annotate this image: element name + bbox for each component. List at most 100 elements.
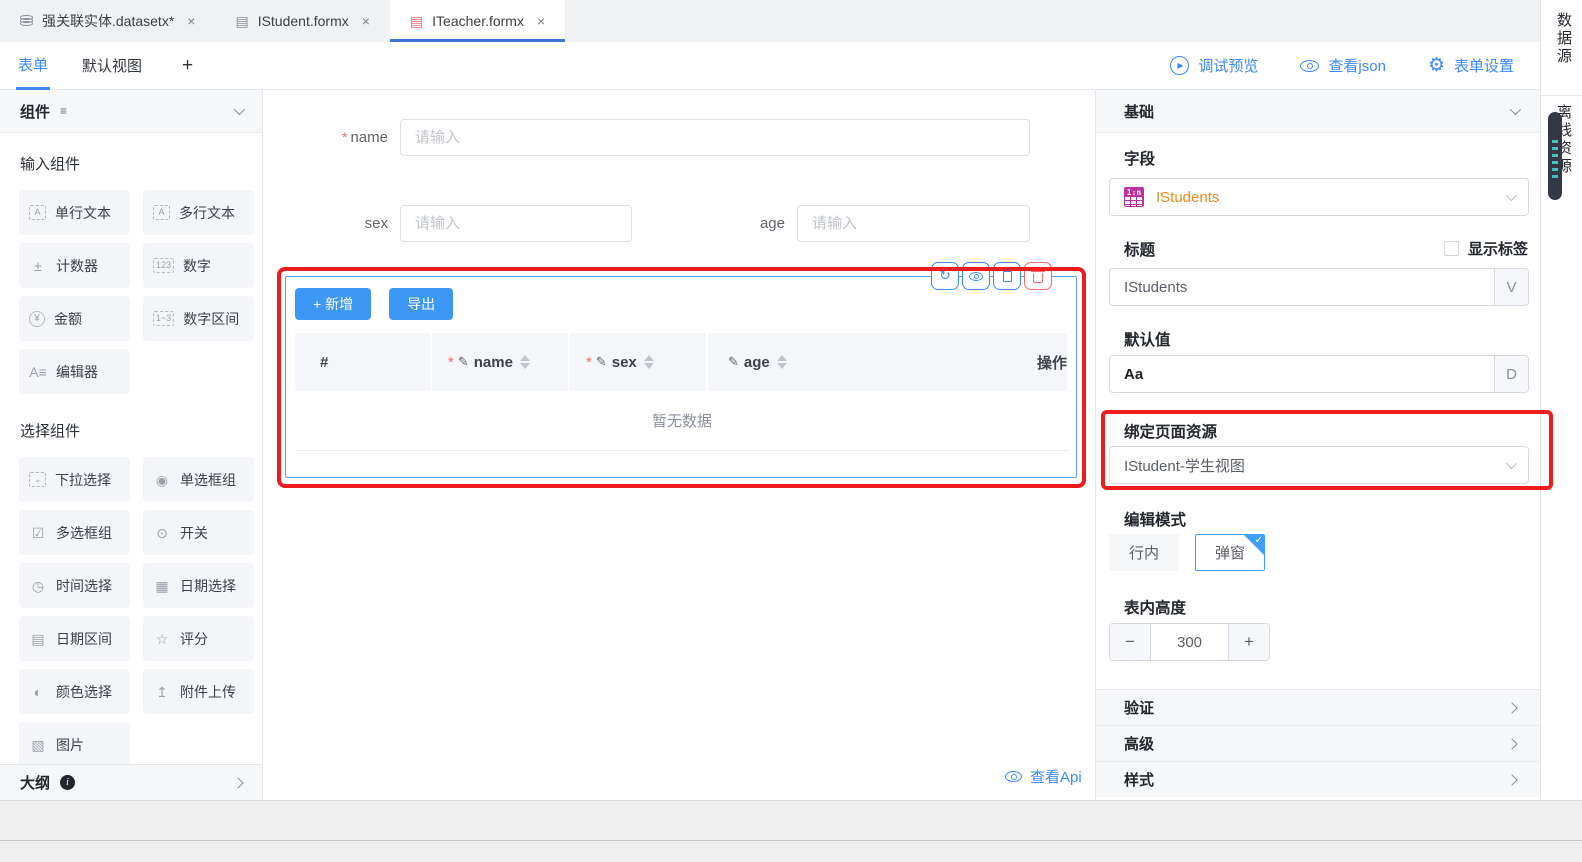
component-item[interactable]: ▤ 日期区间 [19,616,130,661]
sidebar-header[interactable]: 组件 [0,90,262,133]
column-header[interactable]: * ✎ name [432,333,570,391]
chevron-down-icon[interactable] [234,104,245,115]
component-item[interactable]: ⊙ 开关 [143,510,254,555]
component-item[interactable]: ☆ 评分 [143,616,254,661]
form-file-icon [235,13,248,30]
section-row[interactable]: 高级 [1096,725,1540,761]
chevron-right-icon [1506,774,1517,785]
view-json-button[interactable]: 查看json [1300,55,1386,76]
inspector-header[interactable]: 基础 [1096,90,1540,133]
required-star: * [342,129,347,145]
sort-icon[interactable] [520,355,530,369]
component-item[interactable]: ⌄ 下拉选择 [19,457,130,502]
field-row-sex: sex [263,205,632,242]
chevron-down-icon[interactable] [1510,104,1521,115]
checkbox[interactable] [1444,241,1459,256]
component-label: 日期选择 [180,576,236,596]
component-item[interactable]: ◉ 单选框组 [143,457,254,502]
tab-istudent-form[interactable]: IStudent.formx × [215,0,389,42]
debug-preview-button[interactable]: 调试预览 [1170,55,1258,76]
component-item[interactable]: ▦ 日期选择 [143,563,254,608]
form-file-icon [410,13,423,30]
component-item[interactable]: A 多行文本 [143,190,254,235]
chevron-right-icon[interactable] [232,777,243,788]
column-label: age [744,354,770,371]
default-value-input[interactable] [1110,356,1494,392]
delete-button[interactable] [1024,262,1052,290]
tab-dataset-file[interactable]: 强关联实体.datasetx* × [0,0,215,42]
component-label: 多选框组 [56,523,112,543]
sort-icon[interactable] [777,355,787,369]
divider [0,840,1582,841]
field-select[interactable]: 1:n IStudents [1109,178,1529,216]
component-item[interactable]: ☑ 多选框组 [19,510,130,555]
section-label: 样式 [1124,769,1154,790]
decrement-button[interactable]: − [1110,624,1151,660]
add-view-button[interactable]: + [182,55,193,77]
component-item[interactable]: ¥ 金额 [19,296,130,341]
sex-input[interactable] [400,205,632,242]
component-item[interactable]: 1~3 数字区间 [143,296,254,341]
component-item[interactable]: A≡ 编辑器 [19,349,130,394]
show-label-option[interactable]: 显示标签 [1444,238,1528,259]
component-item[interactable]: ◷ 时间选择 [19,563,130,608]
sort-icon[interactable] [644,355,654,369]
default-button[interactable]: D [1494,356,1528,392]
outline-bar[interactable]: 大纲 i [0,764,262,800]
edit-icon: ✎ [728,354,739,370]
section-row[interactable]: 样式 [1096,761,1540,797]
swap-field-button[interactable] [931,262,959,290]
column-header[interactable]: ✎ age [708,333,1012,391]
form-settings-button[interactable]: 表单设置 [1428,55,1514,76]
table-height-label: 表内高度 [1124,596,1186,618]
component-item[interactable]: ▧ 图片 [19,722,130,767]
component-icon: ⌄ [29,472,46,487]
component-item[interactable]: ◐ 颜色选择 [19,669,130,714]
name-input[interactable] [400,119,1030,156]
relation-1n-icon: 1:n [1124,187,1144,207]
gear-icon [1428,56,1445,75]
tab-default-view[interactable]: 默认视图 [82,55,142,76]
tab-form-view[interactable]: 表单 [16,42,50,90]
copy-button[interactable] [993,262,1021,290]
view-api-link[interactable]: 查看Api [1005,766,1082,787]
edit-mode-dialog[interactable]: 弹窗✓ [1195,534,1265,571]
eye-icon [1005,771,1022,782]
component-label: 多行文本 [179,203,235,223]
component-item[interactable]: 123 数字 [143,243,254,288]
close-icon[interactable]: × [537,13,545,29]
column-header[interactable]: * ✎ sex [570,333,708,391]
variable-button[interactable]: V [1494,269,1528,305]
checkbox-label: 显示标签 [1468,238,1528,259]
component-icon: ◷ [29,579,47,593]
component-icon: ☑ [29,526,47,540]
close-icon[interactable]: × [187,13,195,29]
data-source-dock[interactable]: 数据源 [1553,12,1574,66]
title-input[interactable] [1110,269,1494,305]
subtable-component[interactable]: + 新增 导出 # * [285,276,1077,478]
info-icon: i [60,775,75,790]
component-item[interactable]: ± 计数器 [19,243,130,288]
bind-resource-select[interactable]: IStudent-学生视图 [1109,446,1529,484]
column-header[interactable]: 操作 [1012,333,1069,391]
column-label: # [320,354,328,371]
field-label: age [660,215,797,232]
hide-button[interactable] [962,262,990,290]
component-item[interactable]: ↥ 附件上传 [143,669,254,714]
required-star: * [586,354,592,371]
add-row-button[interactable]: + 新增 [295,288,371,320]
tab-iteacher-form[interactable]: ITeacher.formx × [390,0,565,42]
export-button[interactable]: 导出 [389,288,453,320]
increment-button[interactable]: + [1228,624,1269,660]
component-item[interactable]: A 单行文本 [19,190,130,235]
section-row[interactable]: 验证 [1096,689,1540,725]
scrollbar-thumb[interactable] [1548,112,1562,200]
chevron-down-icon [1506,190,1517,201]
close-icon[interactable]: × [362,13,370,29]
component-icon: A≡ [29,365,47,379]
column-header[interactable]: # [295,333,432,391]
component-sidebar: 组件 输入组件 A 单行文本 A 多行文本 ± [0,90,263,800]
tab-title: IStudent.formx [258,13,349,29]
age-input[interactable] [797,205,1030,242]
edit-mode-inline[interactable]: 行内 [1109,534,1179,571]
